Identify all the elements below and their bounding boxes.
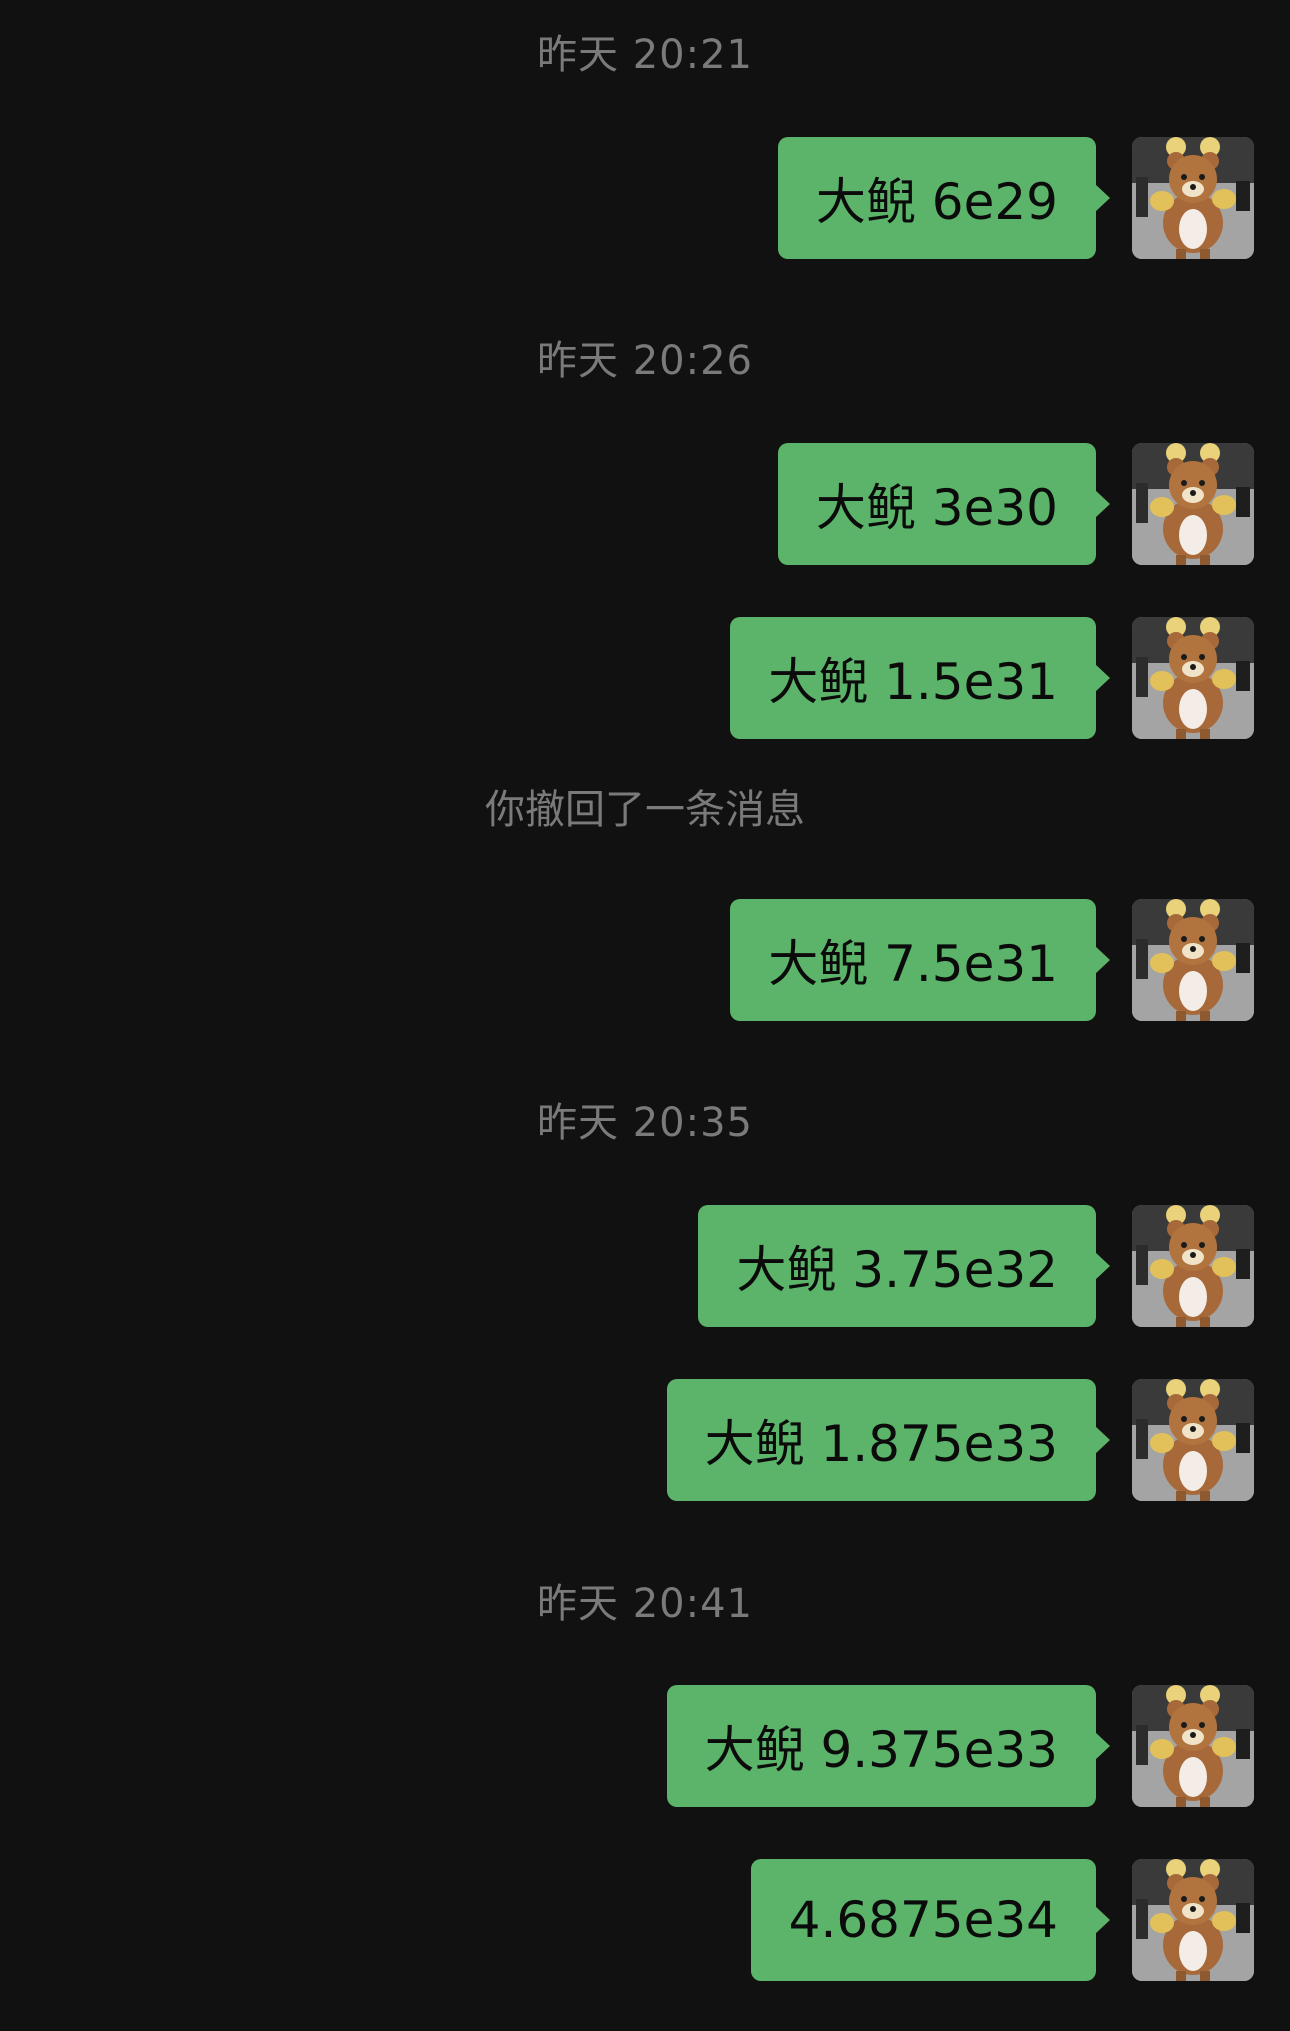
- avatar-icon[interactable]: [1132, 1685, 1254, 1807]
- message-row: 大鲵 1.5e31: [730, 616, 1254, 740]
- recall-notice: 你撤回了一条消息: [485, 787, 805, 833]
- chat-message-list[interactable]: 昨天 20:21 大鲵 6e29 昨天 20:26 大鲵 3e30 大鲵 1.5…: [0, 0, 1290, 2031]
- message-row: 大鲵 1.875e33: [666, 1378, 1254, 1502]
- message-bubble[interactable]: 大鲵 7.5e31: [730, 899, 1110, 1021]
- timestamp: 昨天 20:26: [537, 338, 753, 384]
- timestamp: 昨天 20:21: [537, 32, 753, 78]
- message-bubble[interactable]: 大鲵 1.875e33: [666, 1379, 1111, 1501]
- avatar-icon[interactable]: [1132, 617, 1254, 739]
- message-bubble[interactable]: 大鲵 3e30: [777, 443, 1111, 565]
- message-bubble[interactable]: 大鲵 6e29: [777, 137, 1111, 259]
- message-row: 大鲵 3e30: [777, 442, 1254, 566]
- timestamp: 昨天 20:41: [537, 1581, 753, 1627]
- message-row: 大鲵 3.75e32: [698, 1204, 1254, 1328]
- message-bubble[interactable]: 大鲵 3.75e32: [698, 1205, 1110, 1327]
- avatar-icon[interactable]: [1132, 137, 1254, 259]
- message-bubble[interactable]: 大鲵 1.5e31: [730, 617, 1110, 739]
- message-bubble[interactable]: 4.6875e34: [750, 1859, 1111, 1981]
- avatar-icon[interactable]: [1132, 1205, 1254, 1327]
- message-row: 大鲵 6e29: [777, 136, 1254, 260]
- avatar-icon[interactable]: [1132, 899, 1254, 1021]
- message-row: 大鲵 9.375e33: [666, 1684, 1254, 1808]
- message-bubble[interactable]: 大鲵 9.375e33: [666, 1685, 1111, 1807]
- avatar-icon[interactable]: [1132, 1379, 1254, 1501]
- message-row: 4.6875e34: [750, 1858, 1254, 1982]
- avatar-icon[interactable]: [1132, 443, 1254, 565]
- avatar-icon[interactable]: [1132, 1859, 1254, 1981]
- timestamp: 昨天 20:35: [537, 1100, 753, 1146]
- message-row: 大鲵 7.5e31: [730, 898, 1254, 1022]
